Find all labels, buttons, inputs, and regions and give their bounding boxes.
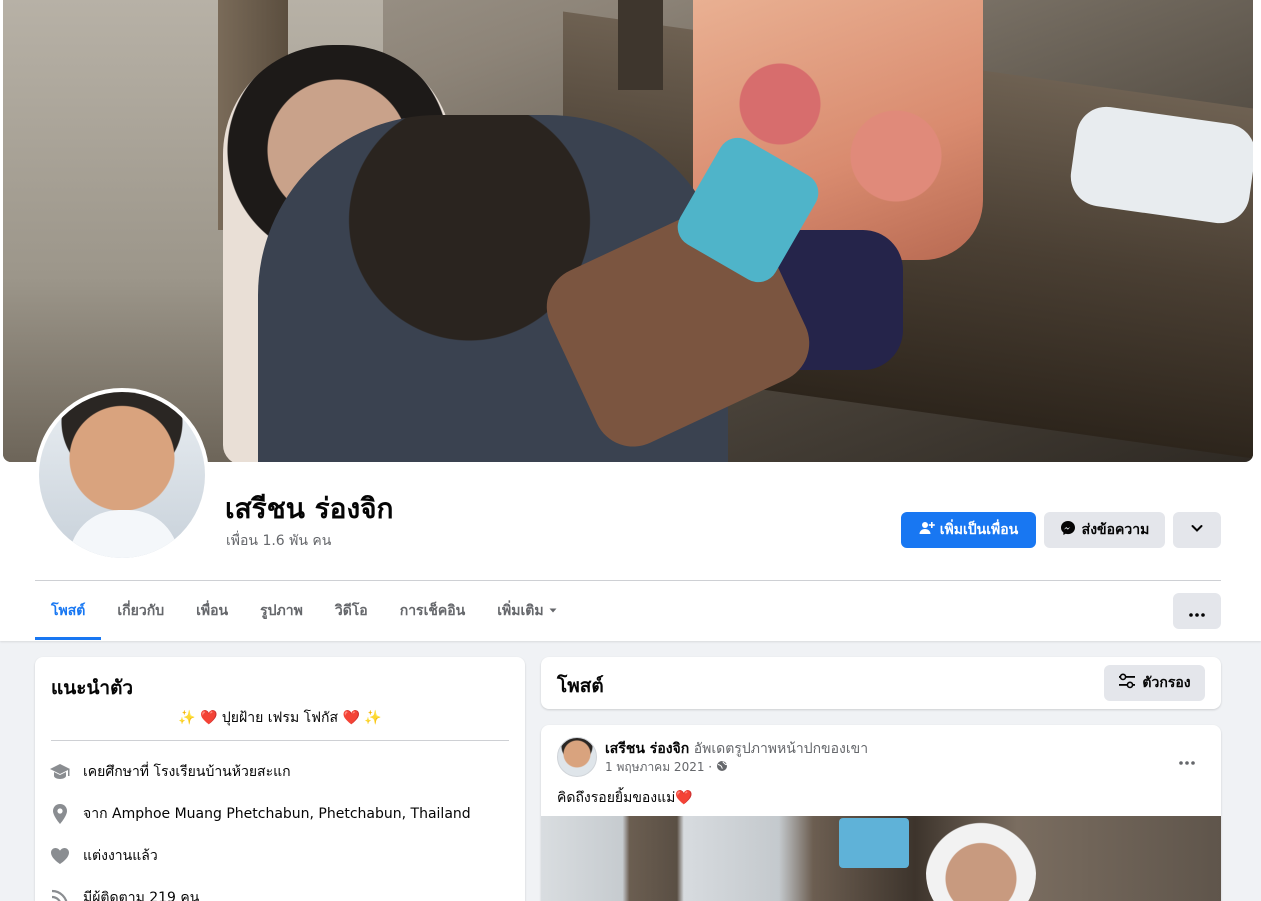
add-friend-label: เพิ่มเป็นเพื่อน xyxy=(939,522,1019,538)
post-text: คิดถึงรอยยิ้มของแม่❤️ xyxy=(557,790,693,806)
intro-item-followers: มีผู้ติดตาม 219 คน xyxy=(49,887,199,901)
post-card: เสรีชน ร่องจิก อัพเดตรูปภาพหน้าปกของเขา … xyxy=(541,725,1221,901)
tab-videos[interactable]: วิดีโอ xyxy=(319,582,384,640)
bio-text: ✨ ❤️ ปุยฝ้าย เฟรม โฟกัส ❤️ ✨ xyxy=(178,710,382,726)
filter-sliders-icon xyxy=(1118,673,1136,693)
post-author-name[interactable]: เสรีชน ร่องจิก xyxy=(605,741,689,757)
tab-photos[interactable]: รูปภาพ xyxy=(244,582,319,640)
post-options-button[interactable] xyxy=(1169,741,1205,777)
post-photo[interactable] xyxy=(541,816,1221,901)
header-divider xyxy=(35,580,1221,581)
tab-label: เกี่ยวกับ xyxy=(117,603,165,619)
tab-about[interactable]: เกี่ยวกับ xyxy=(101,582,180,640)
post-meta: 1 พฤษภาคม 2021 · xyxy=(605,758,728,777)
tab-posts[interactable]: โพสต์ xyxy=(35,582,102,640)
add-friend-icon xyxy=(919,520,935,540)
intro-item-hometown: จาก Amphoe Muang Phetchabun, Phetchabun,… xyxy=(49,803,471,825)
heart-icon xyxy=(49,845,71,867)
intro-item-text: มีผู้ติดตาม 219 คน xyxy=(83,890,200,901)
tab-friends[interactable]: เพื่อน xyxy=(180,582,244,640)
location-pin-icon xyxy=(49,803,71,825)
intro-item-text: จาก Amphoe Muang Phetchabun, Phetchabun,… xyxy=(83,806,471,822)
tab-label: เพื่อน xyxy=(196,603,229,619)
post-author-line: เสรีชน ร่องจิก อัพเดตรูปภาพหน้าปกของเขา xyxy=(605,738,868,760)
cover-photo[interactable] xyxy=(3,0,1253,462)
rss-icon xyxy=(49,887,71,901)
profile-tabs: โพสต์ เกี่ยวกับ เพื่อน รูปภาพ วิดีโอ การ… xyxy=(35,582,574,640)
intro-item-text: แต่งงานแล้ว xyxy=(83,848,158,864)
filter-label: ตัวกรอง xyxy=(1142,675,1191,691)
posts-header-card: โพสต์ ตัวกรอง xyxy=(541,657,1221,709)
chevron-down-icon xyxy=(1190,521,1204,539)
tab-label: วิดีโอ xyxy=(334,603,368,619)
message-label: ส่งข้อความ xyxy=(1081,522,1150,538)
tab-label: โพสต์ xyxy=(51,603,86,619)
posts-title: โพสต์ xyxy=(557,675,604,697)
intro-item-text: เคยศึกษาที่ โรงเรียนบ้านห้วยสะแก xyxy=(83,764,291,780)
tab-label: รูปภาพ xyxy=(260,603,303,619)
message-button[interactable]: ส่งข้อความ xyxy=(1044,512,1165,548)
add-friend-button[interactable]: เพิ่มเป็นเพื่อน xyxy=(901,512,1036,548)
more-dots-icon xyxy=(1179,750,1195,769)
profile-picture[interactable] xyxy=(35,388,209,562)
post-author-avatar[interactable] xyxy=(557,737,597,777)
friend-count[interactable]: เพื่อน 1.6 พัน คน xyxy=(226,530,331,552)
profile-name: เสรีชน ร่องจิก xyxy=(225,492,394,525)
globe-icon xyxy=(716,760,728,775)
intro-item-relationship: แต่งงานแล้ว xyxy=(49,845,158,867)
intro-title: แนะนำตัว xyxy=(51,677,134,699)
caret-down-icon xyxy=(548,603,558,619)
avatar xyxy=(39,392,205,558)
messenger-icon xyxy=(1060,520,1076,540)
filter-button[interactable]: ตัวกรอง xyxy=(1104,665,1205,701)
tab-label: เพิ่มเติม xyxy=(497,603,544,619)
more-dots-icon xyxy=(1189,602,1205,621)
intro-item-education: เคยศึกษาที่ โรงเรียนบ้านห้วยสะแก xyxy=(49,761,291,783)
tabs-more-button[interactable] xyxy=(1173,593,1221,629)
post-date[interactable]: 1 พฤษภาคม 2021 · xyxy=(605,758,712,777)
tab-label: การเช็คอิน xyxy=(399,603,466,619)
bio-divider xyxy=(51,740,509,741)
graduation-cap-icon xyxy=(49,761,71,783)
tab-more[interactable]: เพิ่มเติม xyxy=(481,582,573,640)
tab-checkins[interactable]: การเช็คอิน xyxy=(384,582,482,640)
post-action-text: อัพเดตรูปภาพหน้าปกของเขา xyxy=(693,741,869,757)
profile-header: เสรีชน ร่องจิก เพื่อน 1.6 พัน คน เพิ่มเป… xyxy=(0,0,1261,641)
intro-card: แนะนำตัว ✨ ❤️ ปุยฝ้าย เฟรม โฟกัส ❤️ ✨ เค… xyxy=(35,657,525,901)
more-actions-button[interactable] xyxy=(1173,512,1221,548)
